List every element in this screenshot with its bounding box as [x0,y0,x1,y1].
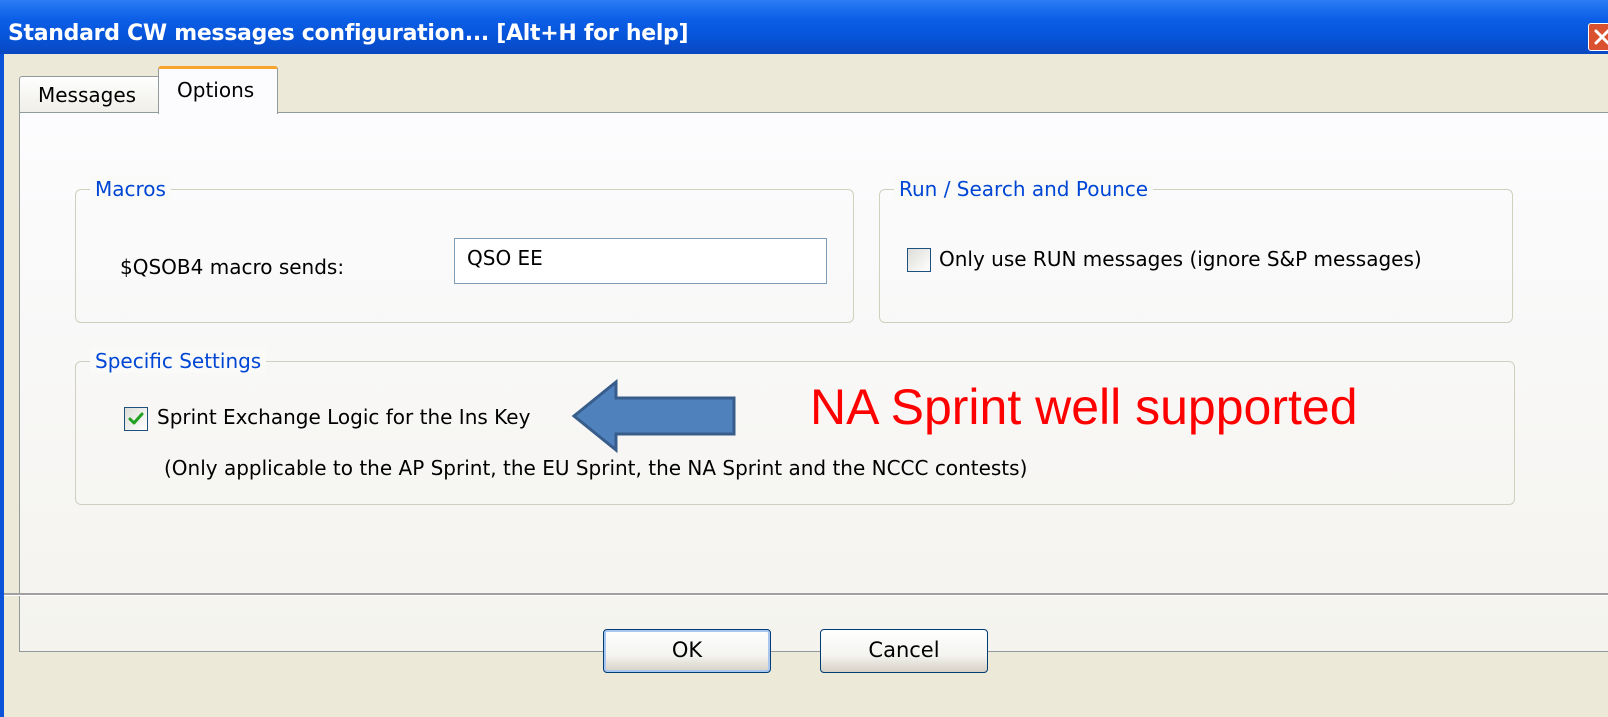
specific-settings-group-title: Specific Settings [90,349,267,373]
sprint-logic-checkbox[interactable] [124,407,148,431]
only-run-label[interactable]: Only use RUN messages (ignore S&P messag… [939,247,1422,271]
ok-button[interactable]: OK [603,629,771,673]
qsob4-label: $QSOB4 macro sends: [120,255,345,279]
sprint-logic-label[interactable]: Sprint Exchange Logic for the Ins Key [157,405,530,429]
title-bar[interactable]: Standard CW messages configuration... [A… [0,0,1608,54]
annotation-text: NA Sprint well supported [810,379,1358,435]
checkmark-icon [128,412,144,425]
button-area-divider [4,593,1608,596]
tab-messages[interactable]: Messages [19,76,161,112]
dialog-client-area: Messages Options Macros $QSOB4 macro sen… [4,54,1608,717]
tab-messages-label: Messages [38,83,137,107]
run-sp-group: Run / Search and Pounce Only use RUN mes… [879,177,1513,323]
dialog-window: Standard CW messages configuration... [A… [0,0,1608,717]
only-run-checkbox[interactable] [907,248,931,272]
close-icon [1594,29,1608,45]
run-sp-group-title: Run / Search and Pounce [894,177,1154,201]
left-arrow-icon [571,378,736,454]
macros-group: Macros $QSOB4 macro sends: QSO EE [75,177,854,323]
sprint-logic-note: (Only applicable to the AP Sprint, the E… [164,456,1028,480]
window-title: Standard CW messages configuration... [A… [8,21,689,46]
tab-options[interactable]: Options [158,66,278,114]
qsob4-input[interactable]: QSO EE [454,238,827,284]
close-button[interactable] [1588,23,1608,51]
cancel-button[interactable]: Cancel [820,629,988,673]
tab-options-label: Options [177,78,255,102]
macros-group-title: Macros [90,177,171,201]
